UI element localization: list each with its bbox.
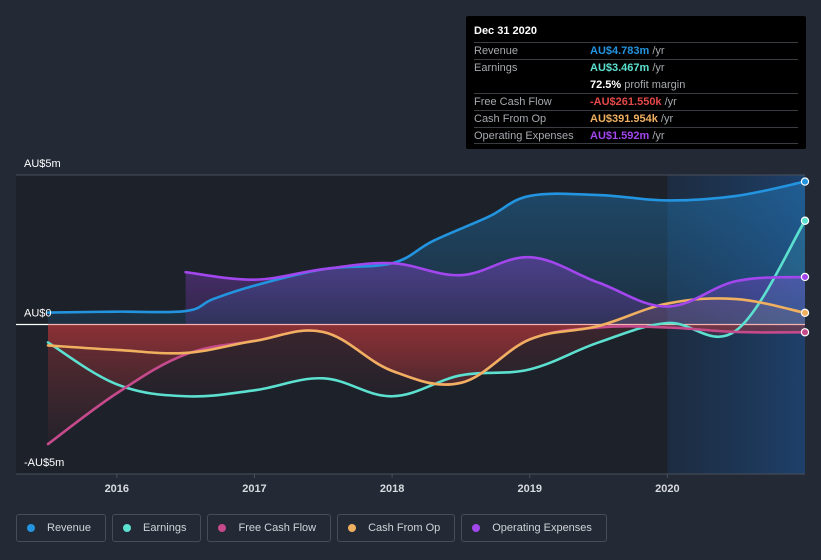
- cash-from-op-dot-icon: [348, 524, 357, 532]
- tooltip-row-cfo: Cash From Op AU$391.954k /yr: [474, 110, 798, 127]
- legend-item-operating-expenses[interactable]: Operating Expenses: [461, 514, 607, 542]
- tooltip-row-opex: Operating Expenses AU$1.592m /yr: [474, 127, 798, 144]
- y-tick-label: AU$0: [24, 308, 52, 320]
- tooltip-label: Cash From Op: [474, 113, 547, 125]
- tooltip-unit: /yr: [660, 113, 674, 125]
- tooltip-label: Free Cash Flow: [474, 96, 552, 108]
- legend: Revenue Earnings Free Cash Flow Cash Fro…: [16, 514, 607, 542]
- operating-expenses-end-marker[interactable]: [800, 272, 810, 282]
- tooltip-value: 72.5%: [590, 78, 622, 91]
- tooltip-unit: profit margin: [624, 78, 686, 91]
- legend-item-revenue[interactable]: Revenue: [16, 514, 107, 542]
- x-tick-label: 2019: [517, 483, 541, 495]
- tooltip-date: Dec 31 2020: [474, 25, 537, 37]
- tooltip-row-margin: 72.5% profit margin: [474, 76, 798, 93]
- tooltip-row-earnings: Earnings AU$3.467m /yr: [474, 59, 798, 76]
- earnings-dot-icon: [123, 524, 132, 532]
- x-tick-label: 2017: [242, 483, 266, 495]
- tooltip-label: Operating Expenses: [474, 129, 574, 142]
- free-cash-flow-dot-icon: [218, 524, 227, 532]
- legend-label: Cash From Op: [368, 522, 441, 534]
- tooltip-value: AU$1.592m: [590, 129, 650, 142]
- operating-expenses-dot-icon: [472, 524, 481, 532]
- revenue-end-marker[interactable]: [800, 177, 810, 186]
- tooltip-unit: /yr: [652, 129, 665, 142]
- x-tick-label: 2016: [105, 483, 129, 495]
- tooltip-value: -AU$261.550k: [590, 96, 662, 108]
- legend-label: Earnings: [143, 522, 187, 534]
- legend-label: Free Cash Flow: [238, 522, 317, 534]
- revenue-dot-icon: [27, 524, 35, 532]
- tooltip-value: AU$391.954k: [590, 113, 658, 125]
- y-tick-label: -AU$5m: [24, 457, 64, 469]
- tooltip-value: AU$4.783m: [590, 45, 650, 57]
- tooltip-label: Earnings: [474, 62, 518, 74]
- tooltip-row-fcf: Free Cash Flow -AU$261.550k /yr: [474, 93, 798, 110]
- tooltip-label: Revenue: [474, 45, 519, 57]
- legend-label: Operating Expenses: [492, 522, 592, 534]
- legend-item-free-cash-flow[interactable]: Free Cash Flow: [207, 514, 332, 542]
- y-tick-label: AU$5m: [24, 158, 61, 170]
- cash-from-op-end-marker[interactable]: [800, 308, 810, 318]
- tooltip-row-revenue: Revenue AU$4.783m /yr: [474, 42, 798, 59]
- tooltip: Dec 31 2020 Revenue AU$4.783m /yr Earnin…: [466, 16, 806, 149]
- earnings-end-marker[interactable]: [800, 216, 810, 225]
- free-cash-flow-end-marker[interactable]: [800, 328, 810, 337]
- legend-label: Revenue: [47, 522, 92, 534]
- tooltip-unit: /yr: [652, 62, 665, 74]
- legend-item-earnings[interactable]: Earnings: [112, 514, 202, 542]
- tooltip-unit: /yr: [664, 96, 677, 108]
- tooltip-unit: /yr: [652, 45, 665, 57]
- legend-item-cash-from-op[interactable]: Cash From Op: [337, 514, 456, 542]
- tooltip-value: AU$3.467m: [590, 62, 650, 74]
- x-tick-label: 2018: [380, 483, 404, 495]
- x-tick-label: 2020: [655, 483, 679, 495]
